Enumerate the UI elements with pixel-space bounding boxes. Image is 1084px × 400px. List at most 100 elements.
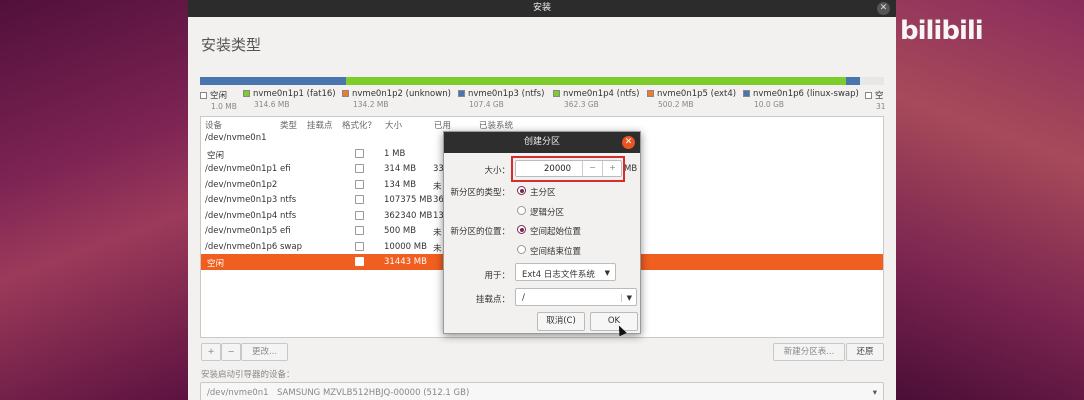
start-radio[interactable] xyxy=(517,225,526,234)
cell-type: ntfs xyxy=(280,210,297,221)
disk-usage-bar xyxy=(200,77,884,85)
boot-device-path: /dev/nvme0n1 xyxy=(207,388,269,398)
disk-bar-segment xyxy=(846,77,861,85)
cell-size: 362340 MB xyxy=(384,210,433,221)
cell-used: 未 xyxy=(433,228,442,238)
chevron-down-icon[interactable]: ▼ xyxy=(620,294,632,302)
format-checkbox[interactable] xyxy=(355,226,364,235)
legend-swatch xyxy=(458,90,465,97)
legend-swatch xyxy=(865,92,872,99)
legend-item: nvme0n1p3 (ntfs) 107.4 GB xyxy=(458,89,544,109)
cell-device: 空闲 xyxy=(207,150,225,161)
legend-item: 空 31 xyxy=(865,89,886,111)
desktop-background-right xyxy=(896,0,1084,400)
cell-size: 31443 MB xyxy=(384,257,427,267)
size-unit: MB xyxy=(624,164,638,174)
size-label: 大小： xyxy=(484,166,510,176)
legend-swatch xyxy=(200,92,207,99)
window-title: 安装 xyxy=(532,3,551,13)
cell-type: efi xyxy=(280,164,291,174)
legend-item: nvme0n1p5 (ext4) 500.2 MB xyxy=(647,89,736,109)
format-checkbox[interactable] xyxy=(355,164,364,173)
format-checkbox[interactable] xyxy=(355,195,364,204)
disk-bar-segment xyxy=(200,77,346,85)
cell-device: /dev/nvme0n1p6 xyxy=(205,241,278,252)
cell-type: swap xyxy=(280,241,302,252)
legend-item: nvme0n1p1 (fat16) 314.6 MB xyxy=(243,89,336,109)
ok-button[interactable]: OK xyxy=(590,312,638,331)
title-bar: 安装 ✕ xyxy=(188,0,896,17)
start-label[interactable]: 空间起始位置 xyxy=(530,225,581,237)
end-label[interactable]: 空间结束位置 xyxy=(530,245,581,257)
add-partition-button[interactable]: + xyxy=(201,343,221,361)
disk-bar-segment xyxy=(860,77,884,85)
format-checkbox[interactable] xyxy=(355,179,364,189)
logical-label[interactable]: 逻辑分区 xyxy=(530,206,564,218)
mount-point-input[interactable]: / xyxy=(522,293,525,303)
legend-swatch xyxy=(342,90,349,97)
cell-device: /dev/nvme0n1p3 xyxy=(205,195,278,205)
format-checkbox[interactable] xyxy=(355,210,364,220)
cell-device: /dev/nvme0n1p4 xyxy=(205,210,278,221)
cell-device: 空闲 xyxy=(207,259,225,269)
filesystem-select[interactable]: Ext4 日志文件系统 ▼ xyxy=(515,263,616,281)
cell-size: 134 MB xyxy=(384,179,417,190)
legend-item: nvme0n1p2 (unknown) 134.2 MB xyxy=(342,89,451,109)
format-checkbox[interactable] xyxy=(355,148,364,158)
highlight-box xyxy=(511,156,625,182)
boot-device-model: SAMSUNG MZVLB512HBJQ-00000 (512.1 GB) xyxy=(277,388,470,398)
cell-size: 107375 MB xyxy=(384,195,433,205)
desktop-background-left xyxy=(0,0,188,400)
legend-item: 空闲 1.0 MB xyxy=(200,89,237,111)
cell-used: 未 xyxy=(433,243,442,254)
remove-partition-button[interactable]: − xyxy=(221,343,241,361)
cell-size: 314 MB xyxy=(384,164,417,174)
logical-radio[interactable] xyxy=(517,206,526,215)
legend-item: nvme0n1p6 (linux-swap) 10.0 GB xyxy=(743,89,859,109)
dialog-title-bar: 创建分区 ✕ xyxy=(444,132,640,153)
format-checkbox[interactable] xyxy=(355,241,364,251)
cell-used: 未 xyxy=(433,181,442,192)
cancel-button[interactable]: 取消(C) xyxy=(537,312,585,331)
disk-bar-segment xyxy=(345,77,847,85)
type-label: 新分区的类型： xyxy=(450,188,510,198)
close-icon[interactable]: ✕ xyxy=(877,2,890,15)
legend-item: nvme0n1p4 (ntfs) 362.3 GB xyxy=(553,89,639,109)
mount-point-combo[interactable]: / ▼ xyxy=(515,288,637,306)
table-header: 设备 类型 挂载点 格式化？ 大小 已用 已装系统 xyxy=(201,117,883,131)
new-partition-table-button[interactable]: 新建分区表... xyxy=(773,343,845,361)
cell-device: /dev/nvme0n1p2 xyxy=(205,179,278,190)
legend-swatch xyxy=(243,90,250,97)
bilibili-watermark: bilibili xyxy=(900,16,984,46)
boot-device-select[interactable]: /dev/nvme0n1 SAMSUNG MZVLB512HBJQ-00000 … xyxy=(200,382,884,400)
legend-swatch xyxy=(647,90,654,97)
use-label: 用于： xyxy=(484,271,510,281)
format-checkbox[interactable] xyxy=(355,257,364,266)
cell-size: 1 MB xyxy=(384,148,406,159)
cell-device: /dev/nvme0n1p5 xyxy=(205,226,278,236)
close-icon[interactable]: ✕ xyxy=(622,136,635,149)
cell-size: 500 MB xyxy=(384,226,417,236)
partition-legend: 空闲 1.0 MB nvme0n1p1 (fat16) 314.6 MB nvme0… xyxy=(200,89,896,113)
location-label: 新分区的位置： xyxy=(450,227,510,237)
cell-device: /dev/nvme0n1p1 xyxy=(205,164,278,174)
legend-swatch xyxy=(553,90,560,97)
primary-label[interactable]: 主分区 xyxy=(530,186,556,198)
chevron-down-icon: ▾ xyxy=(872,388,877,398)
revert-button[interactable]: 还原 xyxy=(846,343,884,361)
create-partition-dialog: 创建分区 ✕ 大小： 20000 − + MB 新分区的类型： 主分区 逻辑分区… xyxy=(443,131,641,334)
legend-swatch xyxy=(743,90,750,97)
cell-device: /dev/nvme0n1 xyxy=(205,133,267,143)
cell-size: 10000 MB xyxy=(384,241,427,252)
change-partition-button[interactable]: 更改... xyxy=(241,343,288,361)
boot-device-label: 安装启动引导器的设备： xyxy=(201,370,295,380)
filesystem-value: Ext4 日志文件系统 xyxy=(522,270,595,280)
page-title: 安装类型 xyxy=(201,36,262,54)
dialog-title: 创建分区 xyxy=(523,137,560,147)
cell-type: ntfs xyxy=(280,195,297,205)
cell-type: efi xyxy=(280,226,291,236)
end-radio[interactable] xyxy=(517,245,526,254)
mount-label: 挂载点： xyxy=(475,295,510,305)
primary-radio[interactable] xyxy=(517,186,526,195)
chevron-down-icon: ▼ xyxy=(604,269,610,277)
